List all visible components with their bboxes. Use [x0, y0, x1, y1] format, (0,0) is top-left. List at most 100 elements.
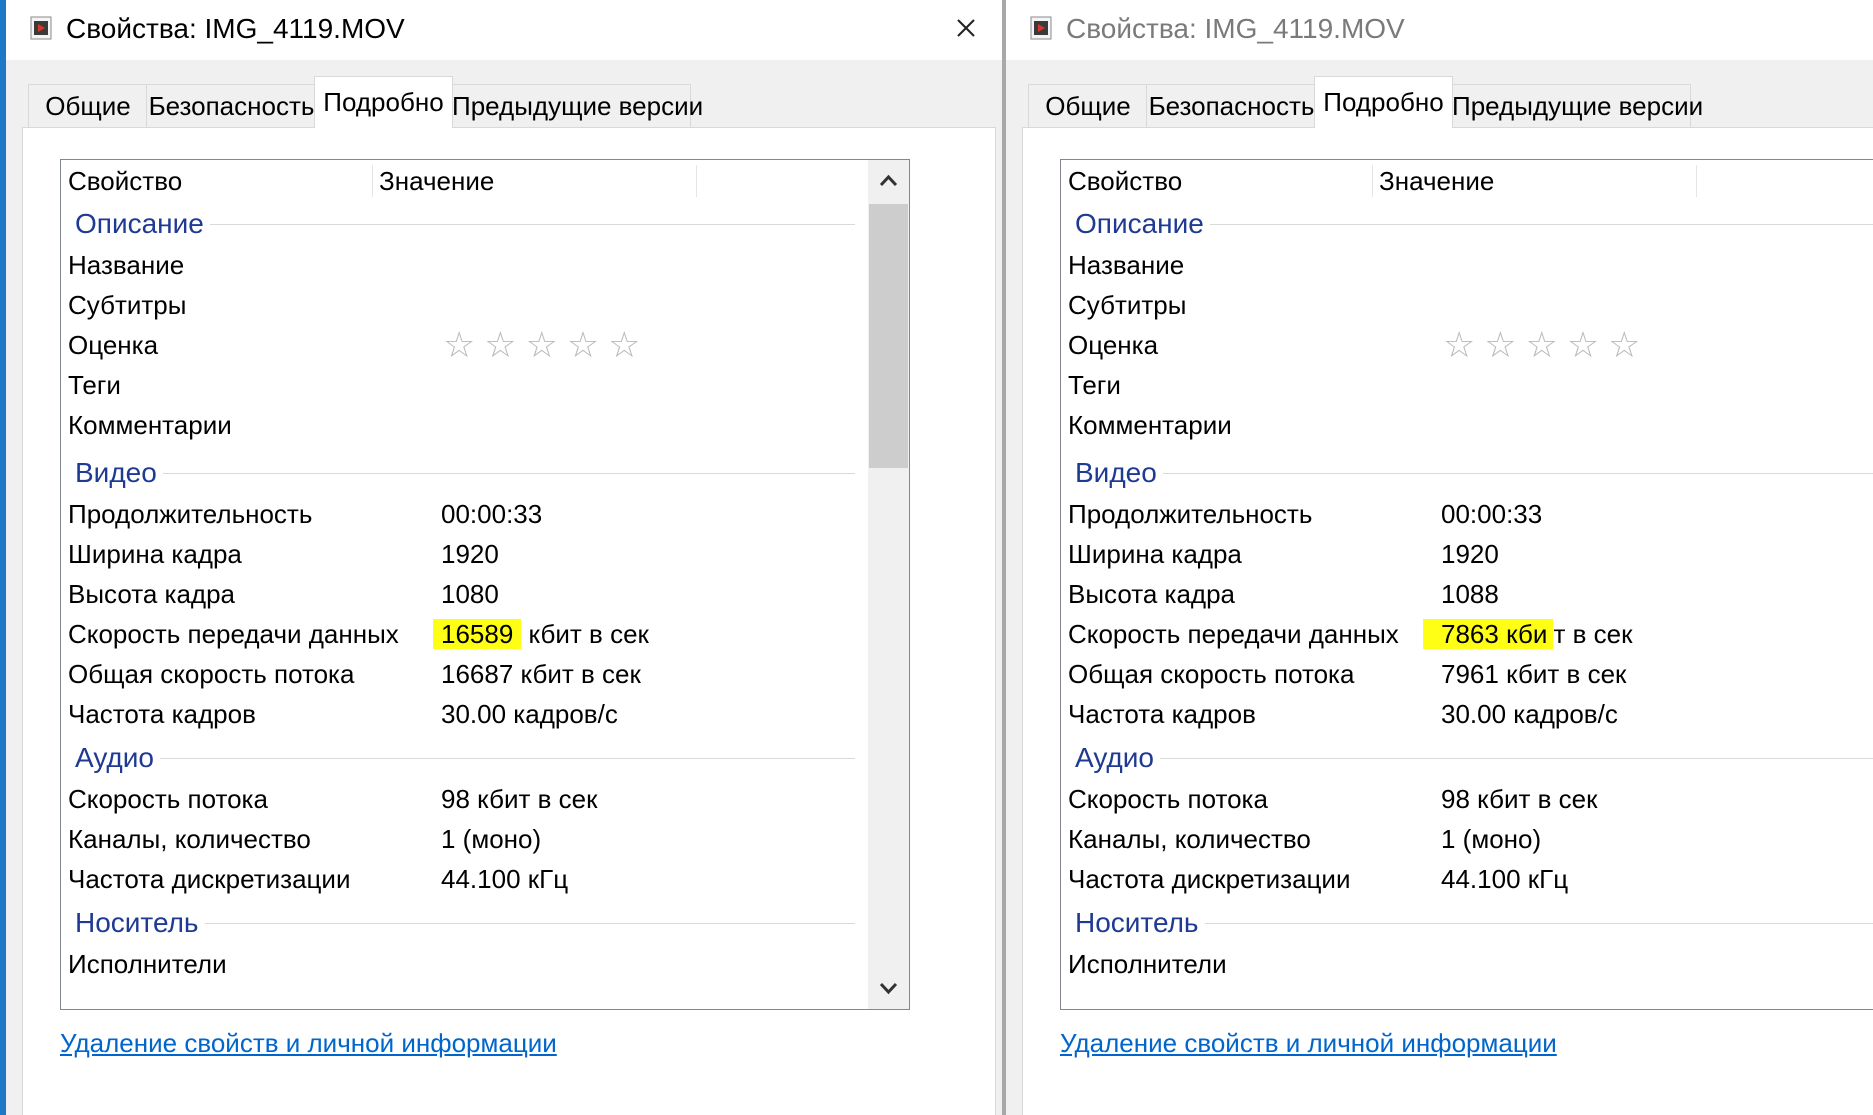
column-value[interactable]: Значение: [372, 160, 696, 202]
title-bar[interactable]: Свойства: IMG_4119.MOV: [1006, 0, 1873, 60]
property-value: 1 (моно): [441, 824, 542, 854]
property-row[interactable]: Исполнители: [1061, 944, 1873, 984]
property-name: Ширина кадра: [1068, 539, 1242, 569]
group-divider: [1075, 758, 1873, 759]
property-row[interactable]: Субтитры: [61, 285, 909, 325]
property-value: 30.00 кадров/с: [441, 699, 618, 729]
property-row[interactable]: Скорость потока 98 кбит в сек: [61, 779, 909, 819]
tab-details[interactable]: Подробно: [314, 76, 453, 128]
property-name: Высота кадра: [68, 579, 236, 609]
property-row[interactable]: Общая скорость потока 16687 кбит в сек: [61, 654, 909, 694]
star-icon[interactable]: ☆: [443, 324, 484, 365]
property-name: Скорость передачи данных: [1068, 619, 1399, 649]
property-row[interactable]: Комментарии: [1061, 405, 1873, 445]
property-row[interactable]: Название: [1061, 245, 1873, 285]
group-divider: [75, 473, 855, 474]
property-name: Частота кадров: [68, 699, 256, 729]
properties-window-right: Свойства: IMG_4119.MOV Общие Безопасност…: [1006, 0, 1873, 1115]
property-name: Оценка: [1068, 330, 1159, 360]
properties-list[interactable]: Свойство Значение Описание Название Субт…: [60, 159, 910, 1010]
rating-stars[interactable]: ☆☆☆☆☆: [443, 325, 649, 365]
property-row[interactable]: Частота кадров 30.00 кадров/с: [61, 694, 909, 734]
property-row[interactable]: Высота кадра 1088: [1061, 574, 1873, 614]
property-name: Комментарии: [68, 410, 232, 440]
property-row[interactable]: Теги: [61, 365, 909, 405]
property-row[interactable]: Частота кадров 30.00 кадров/с: [1061, 694, 1873, 734]
video-file-icon: [30, 16, 52, 40]
tab-security[interactable]: Безопасность: [146, 84, 317, 127]
star-icon[interactable]: ☆: [526, 324, 567, 365]
window-title: Свойства: IMG_4119.MOV: [66, 13, 405, 44]
property-row[interactable]: Скорость передачи данных 7863 кби т в сек: [1061, 614, 1873, 654]
group-title: Описание: [1075, 202, 1210, 245]
column-property[interactable]: Свойство: [61, 160, 372, 202]
star-icon[interactable]: ☆: [1567, 324, 1608, 365]
scroll-down-icon[interactable]: [868, 965, 909, 1009]
property-row[interactable]: Ширина кадра 1920: [1061, 534, 1873, 574]
tab-previous-versions[interactable]: Предыдущие версии: [1451, 84, 1703, 127]
vertical-scrollbar[interactable]: [868, 160, 909, 1009]
group-title: Видео: [75, 451, 163, 494]
tab-details[interactable]: Подробно: [1314, 76, 1453, 128]
property-row[interactable]: Исполнители: [61, 944, 909, 984]
property-value: 98 кбит в сек: [1441, 784, 1598, 814]
group-description: Описание: [61, 202, 909, 245]
property-row[interactable]: Высота кадра 1080: [61, 574, 909, 614]
properties-list[interactable]: Свойство Значение Описание Название Субт…: [1060, 159, 1873, 1010]
column-separator[interactable]: [1696, 165, 1697, 197]
property-value: 1 (моно): [1441, 824, 1542, 854]
property-row[interactable]: Ширина кадра 1920: [61, 534, 909, 574]
property-name: Частота дискретизации: [1068, 864, 1351, 894]
tab-previous-versions[interactable]: Предыдущие версии: [451, 84, 703, 127]
close-icon[interactable]: [944, 8, 988, 48]
column-value[interactable]: Значение: [1372, 160, 1696, 202]
group-title: Носитель: [75, 901, 205, 944]
star-icon[interactable]: ☆: [1443, 324, 1484, 365]
tab-general[interactable]: Общие: [28, 84, 148, 127]
title-bar[interactable]: Свойства: IMG_4119.MOV: [6, 0, 1002, 60]
property-row[interactable]: Оценка ☆☆☆☆☆: [1061, 325, 1873, 365]
property-value: 1088: [1441, 579, 1499, 609]
property-row[interactable]: Частота дискретизации 44.100 кГц: [1061, 859, 1873, 899]
group-divider: [75, 758, 855, 759]
property-row[interactable]: Название: [61, 245, 909, 285]
star-icon[interactable]: ☆: [567, 324, 608, 365]
property-row[interactable]: Продолжительность 00:00:33: [61, 494, 909, 534]
group-description: Описание: [1061, 202, 1873, 245]
scroll-up-icon[interactable]: [868, 160, 909, 204]
tab-general[interactable]: Общие: [1028, 84, 1148, 127]
scrollbar-thumb[interactable]: [869, 204, 908, 468]
group-media: Носитель: [1061, 901, 1873, 944]
property-row[interactable]: Оценка ☆☆☆☆☆: [61, 325, 909, 365]
property-row[interactable]: Общая скорость потока 7961 кбит в сек: [1061, 654, 1873, 694]
tab-security[interactable]: Безопасность: [1146, 84, 1317, 127]
property-row[interactable]: Продолжительность 00:00:33: [1061, 494, 1873, 534]
star-icon[interactable]: ☆: [1526, 324, 1567, 365]
property-name: Субтитры: [1068, 290, 1187, 320]
property-row[interactable]: Теги: [1061, 365, 1873, 405]
property-name: Название: [1068, 250, 1185, 280]
column-property[interactable]: Свойство: [1061, 160, 1372, 202]
remove-properties-link[interactable]: Удаление свойств и личной информации: [60, 1024, 557, 1062]
property-row[interactable]: Каналы, количество 1 (моно): [1061, 819, 1873, 859]
property-row[interactable]: Каналы, количество 1 (моно): [61, 819, 909, 859]
property-row[interactable]: Частота дискретизации 44.100 кГц: [61, 859, 909, 899]
property-row[interactable]: Скорость потока 98 кбит в сек: [1061, 779, 1873, 819]
star-icon[interactable]: ☆: [484, 324, 525, 365]
rating-stars[interactable]: ☆☆☆☆☆: [1443, 325, 1649, 365]
property-row[interactable]: Скорость передачи данных 16589 кбит в сек: [61, 614, 909, 654]
group-title: Носитель: [1075, 901, 1205, 944]
property-value: 7863 кби т в сек: [1423, 614, 1632, 654]
property-row[interactable]: Субтитры: [1061, 285, 1873, 325]
star-icon[interactable]: ☆: [1484, 324, 1525, 365]
column-separator[interactable]: [696, 165, 697, 197]
property-name: Комментарии: [1068, 410, 1232, 440]
property-name: Продолжительность: [68, 499, 313, 529]
star-icon[interactable]: ☆: [1608, 324, 1649, 365]
group-video: Видео: [1061, 451, 1873, 494]
property-name: Общая скорость потока: [1068, 659, 1355, 689]
star-icon[interactable]: ☆: [608, 324, 649, 365]
property-row[interactable]: Комментарии: [61, 405, 909, 445]
property-name: Скорость передачи данных: [68, 619, 399, 649]
remove-properties-link[interactable]: Удаление свойств и личной информации: [1060, 1024, 1557, 1062]
